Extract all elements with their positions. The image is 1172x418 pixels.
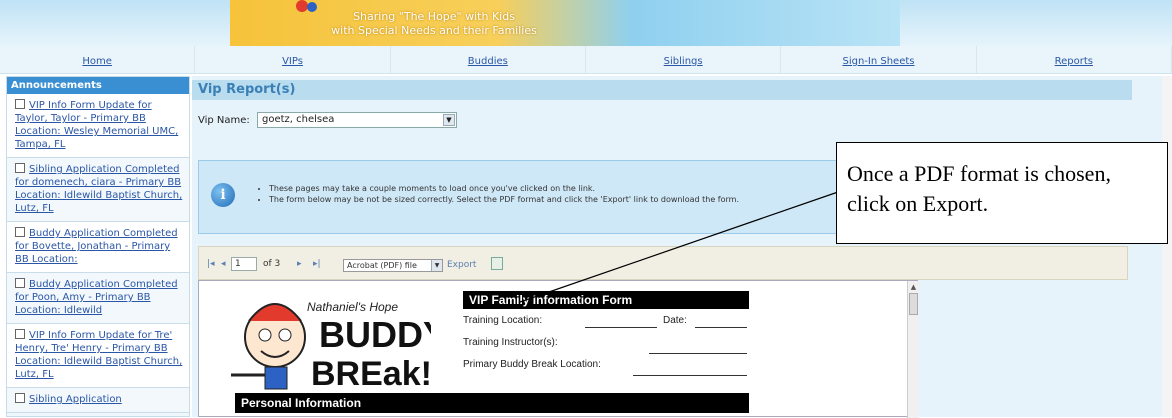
- last-page-button[interactable]: ▸|: [313, 259, 321, 269]
- nav-signin-sheets[interactable]: Sign-In Sheets: [781, 46, 977, 73]
- announcement-checkbox[interactable]: [15, 227, 25, 237]
- announcements-title: Announcements: [7, 77, 189, 94]
- announcement-checkbox[interactable]: [15, 329, 25, 339]
- logo-main-2: BREak!: [311, 355, 431, 393]
- announcement-checkbox[interactable]: [15, 278, 25, 288]
- logo-main-1: BUDDY: [319, 314, 431, 355]
- training-location-line: [585, 327, 657, 328]
- announcement-item[interactable]: Buddy Application Completed for Poon, Am…: [7, 273, 189, 324]
- announcement-link[interactable]: Buddy Application Completed for Poon, Am…: [15, 279, 178, 316]
- nav-siblings-link[interactable]: Siblings: [664, 56, 703, 67]
- previous-page-button[interactable]: ◂: [221, 259, 226, 269]
- announcement-link[interactable]: VIP Info Form Update for Taylor, Taylor …: [15, 100, 178, 150]
- nav-buddies[interactable]: Buddies: [391, 46, 586, 73]
- announcement-item[interactable]: Buddy Application Completed for Bovette,…: [7, 222, 189, 273]
- form-title: VIP Family Information Form: [463, 291, 749, 309]
- vip-name-value: goetz, chelsea: [261, 114, 335, 125]
- vip-name-label: Vip Name:: [198, 115, 250, 126]
- next-page-button[interactable]: ▸: [297, 259, 302, 269]
- first-page-button[interactable]: |◂: [207, 259, 215, 269]
- page-number-input[interactable]: 1: [231, 257, 257, 271]
- page-count: of 3: [263, 259, 281, 269]
- scroll-up-icon[interactable]: ▲: [908, 283, 919, 291]
- announcement-item[interactable]: VIP Info Form Update for Taylor, Taylor …: [7, 94, 189, 158]
- announcement-link[interactable]: Sibling Application Completed for domene…: [15, 164, 182, 214]
- nav-buddies-link[interactable]: Buddies: [468, 56, 508, 67]
- scroll-thumb[interactable]: [909, 293, 918, 315]
- report-toolbar: |◂ ◂ 1 of 3 ▸ ▸| Acrobat (PDF) file ▼ Ex…: [198, 246, 1128, 280]
- announcement-item[interactable]: Sibling Application Completed for domene…: [7, 158, 189, 222]
- export-format-select[interactable]: Acrobat (PDF) file ▼: [343, 259, 443, 272]
- announcement-link[interactable]: Buddy Application Completed for Bovette,…: [15, 228, 178, 265]
- export-format-value: Acrobat (PDF) file: [347, 261, 417, 270]
- nav-home-link[interactable]: Home: [82, 56, 112, 67]
- print-icon[interactable]: [491, 257, 503, 270]
- info-icon: i: [211, 183, 235, 207]
- main-nav: Home VIPs Buddies Siblings Sign-In Sheet…: [0, 46, 1172, 74]
- instruction-callout: Once a PDF format is chosen, click on Ex…: [836, 142, 1168, 244]
- nav-vips-link[interactable]: VIPs: [282, 56, 303, 67]
- tagline-line-1: Sharing "The Hope" with Kids: [353, 10, 515, 23]
- banner-tagline: Sharing "The Hope" with Kids with Specia…: [324, 10, 544, 38]
- nav-reports[interactable]: Reports: [977, 46, 1172, 73]
- buddy-break-logo: Nathaniel's Hope BUDDY BREak!: [231, 300, 431, 393]
- export-link[interactable]: Export: [447, 260, 476, 270]
- nav-home[interactable]: Home: [0, 46, 196, 73]
- mascot-logo-icon: [296, 0, 317, 12]
- training-instructors-line: [649, 353, 747, 354]
- personal-info-header: Personal Information: [235, 393, 749, 413]
- announcement-item[interactable]: VIP Info Form Update for Tre' Henry, Tre…: [7, 324, 189, 388]
- primary-location-line: [633, 375, 747, 376]
- announcement-link[interactable]: VIP Info Form Update for Tre' Henry, Tre…: [15, 330, 182, 380]
- announcement-checkbox[interactable]: [15, 163, 25, 173]
- info-list: These pages may take a couple moments to…: [259, 183, 899, 205]
- chevron-down-icon[interactable]: ▼: [431, 260, 442, 271]
- info-item: These pages may take a couple moments to…: [269, 183, 899, 194]
- main-content: Vip Report(s) Vip Name: goetz, chelsea ▼…: [192, 76, 1172, 418]
- announcements-sidebar: Announcements VIP Info Form Update for T…: [6, 76, 190, 417]
- nav-vips[interactable]: VIPs: [195, 46, 391, 73]
- page-scrollbar[interactable]: [1162, 76, 1172, 417]
- training-instructors-label: Training Instructor(s):: [463, 337, 558, 348]
- info-item: The form below may be not be sized corre…: [269, 194, 899, 205]
- announcement-checkbox[interactable]: [15, 393, 25, 403]
- report-scrollbar[interactable]: ▲: [907, 281, 919, 418]
- date-line: [695, 327, 747, 328]
- chevron-down-icon[interactable]: ▼: [442, 114, 455, 126]
- header-banner: Sharing "The Hope" with Kids with Specia…: [0, 0, 1172, 46]
- nav-signin-sheets-link[interactable]: Sign-In Sheets: [842, 56, 914, 67]
- report-viewer: Nathaniel's Hope BUDDY BREak! VIP Family…: [198, 280, 919, 418]
- logo-top-text: Nathaniel's Hope: [307, 300, 398, 314]
- info-notice: i These pages may take a couple moments …: [198, 160, 904, 234]
- nav-reports-link[interactable]: Reports: [1055, 56, 1093, 67]
- announcement-checkbox[interactable]: [15, 99, 25, 109]
- vip-name-row: Vip Name: goetz, chelsea ▼: [198, 112, 457, 128]
- primary-location-label: Primary Buddy Break Location:: [463, 359, 601, 370]
- training-location-label: Training Location:: [463, 315, 543, 326]
- announcement-link[interactable]: Sibling Application: [29, 394, 122, 405]
- vip-name-select[interactable]: goetz, chelsea ▼: [256, 112, 457, 128]
- announcement-item[interactable]: Sibling Application: [7, 388, 189, 413]
- date-label: Date:: [663, 315, 687, 326]
- tagline-line-2: with Special Needs and their Families: [331, 24, 537, 37]
- nav-siblings[interactable]: Siblings: [586, 46, 782, 73]
- page-title: Vip Report(s): [192, 80, 1132, 100]
